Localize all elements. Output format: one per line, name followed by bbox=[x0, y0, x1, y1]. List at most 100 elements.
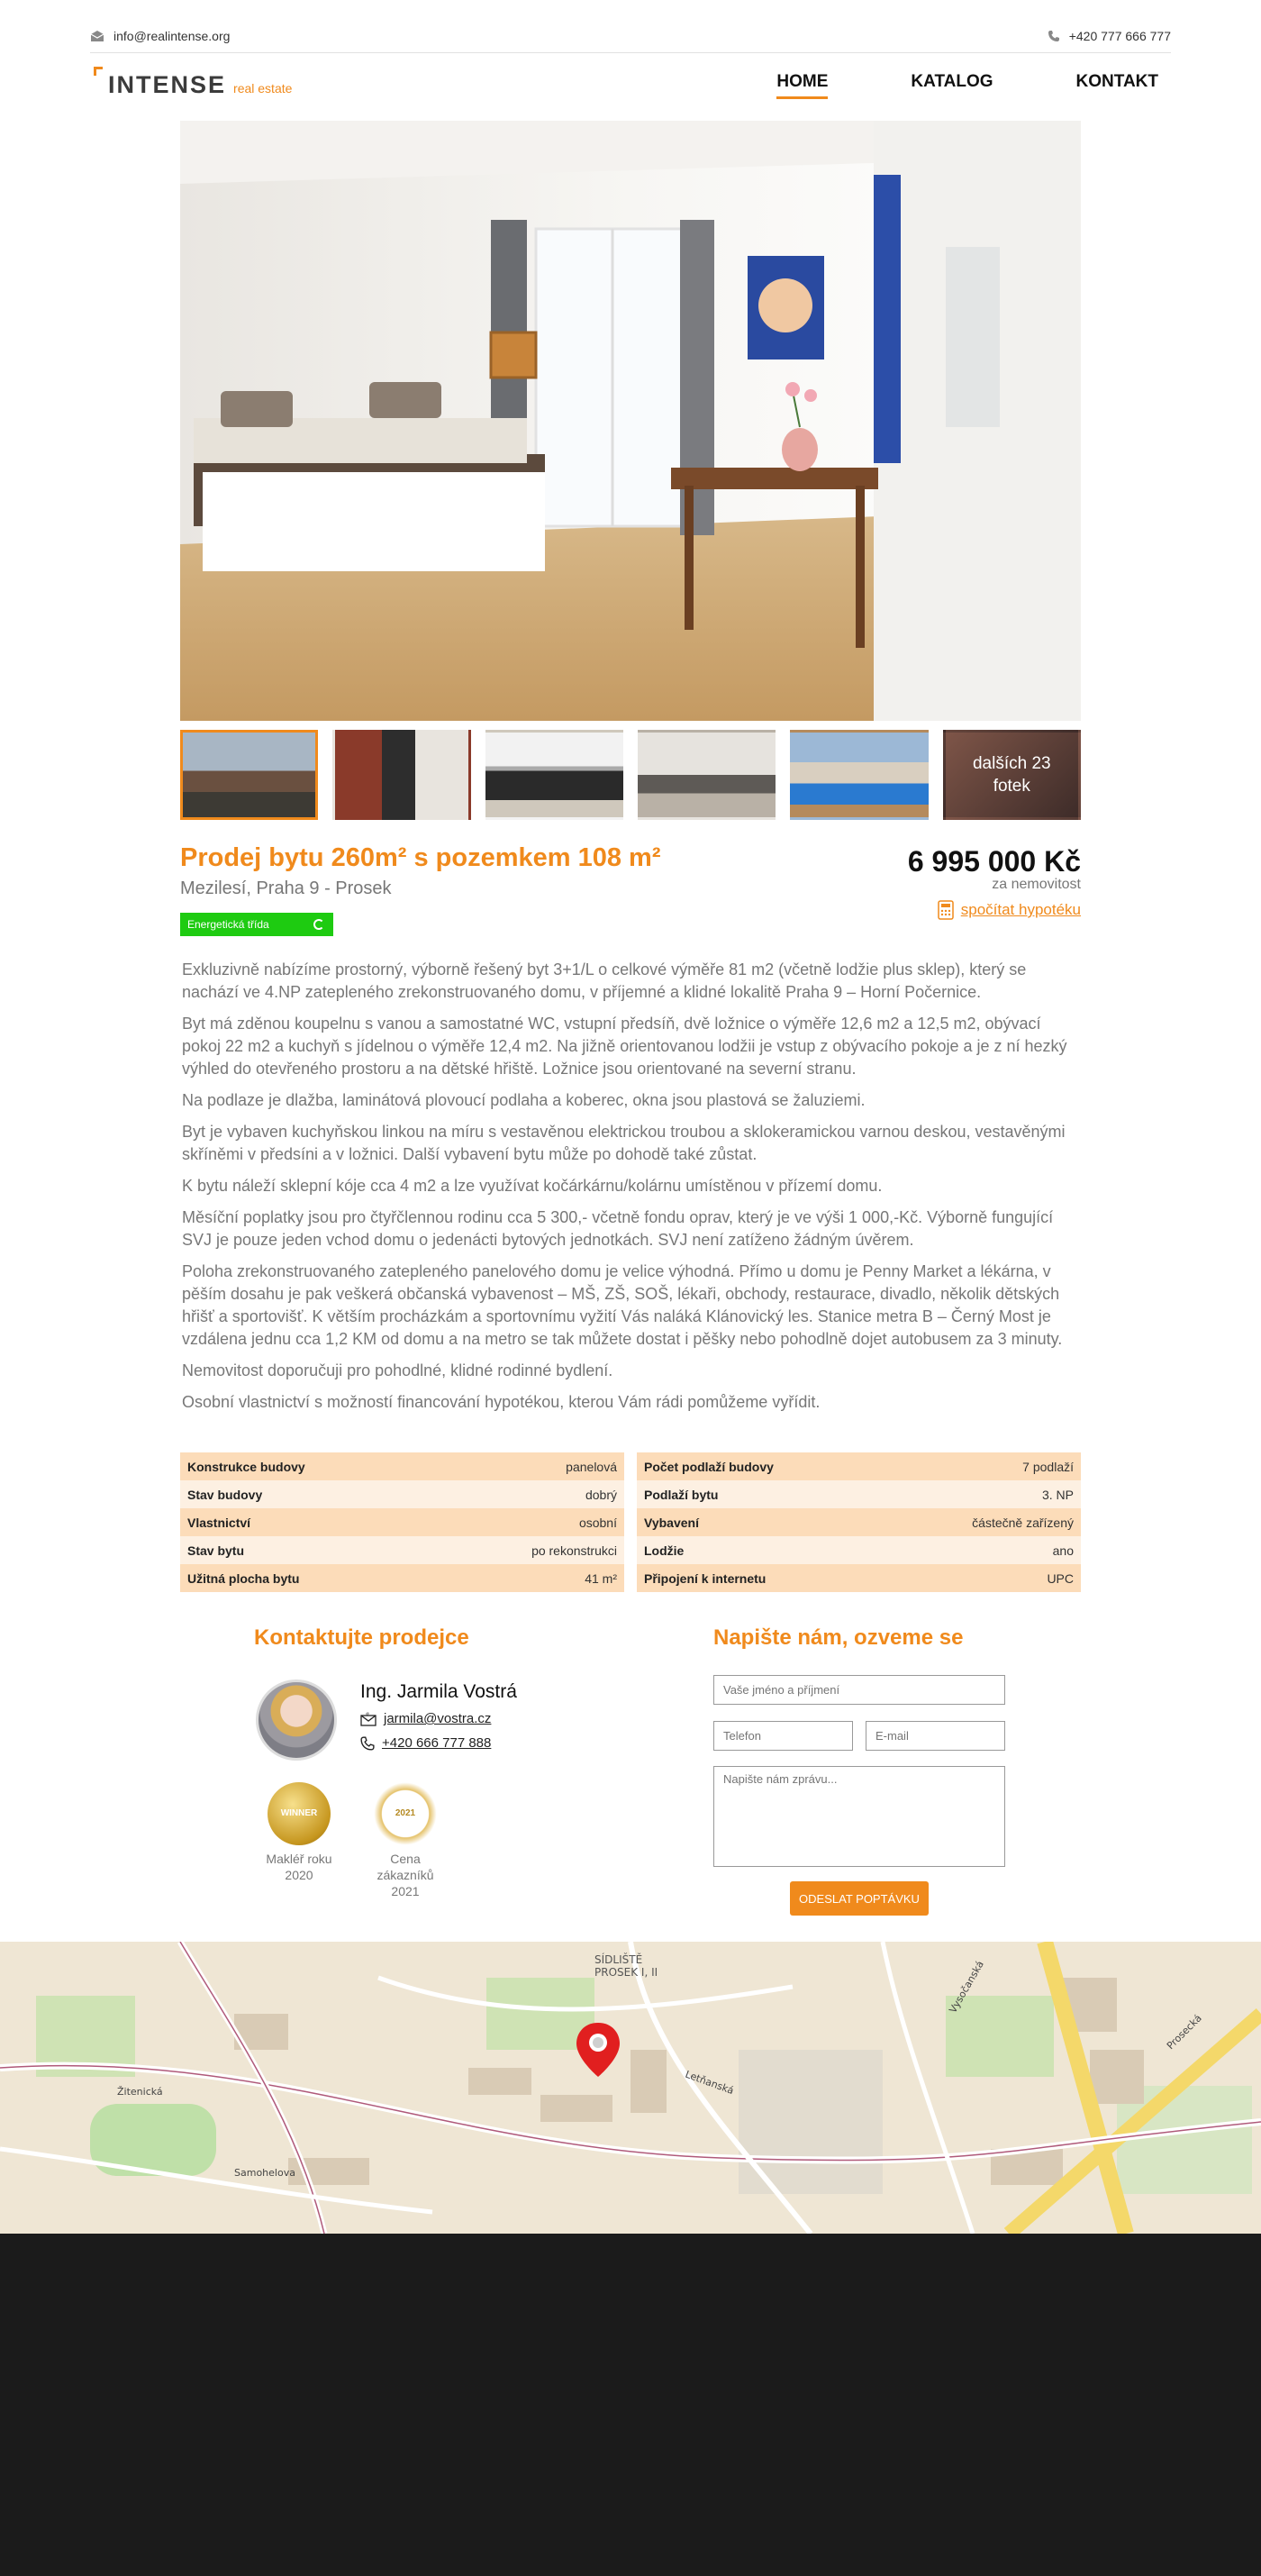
thumbnail[interactable] bbox=[332, 730, 471, 820]
map-label-sidliste: SÍDLIŠTĚ bbox=[594, 1952, 642, 1966]
map-street-label: Samohelova bbox=[234, 2167, 295, 2179]
agent-email[interactable]: jarmila@vostra.cz bbox=[384, 1711, 491, 1726]
param-row: Vlastnictví osobní bbox=[180, 1508, 624, 1536]
phone-input[interactable] bbox=[713, 1721, 853, 1751]
logo[interactable]: INTENSE real estate bbox=[94, 67, 292, 97]
award-caption-line1: Makléř roku bbox=[266, 1852, 332, 1866]
description-paragraph: Exkluzivně nabízíme prostorný, výborně ř… bbox=[182, 960, 1027, 1001]
laurel-badge-icon: 2021 bbox=[374, 1782, 437, 1845]
award-customer-prize: 2021 Cena zákazníků 2021 bbox=[360, 1782, 450, 1899]
param-value: 3. NP bbox=[1041, 1487, 1074, 1502]
description-paragraph: Měsíční poplatky jsou pro čtyřčlennou ro… bbox=[182, 1208, 1054, 1249]
contact-heading: Kontaktujte prodejce bbox=[254, 1625, 469, 1650]
description-paragraph: Poloha zrekonstruovaného zatepleného pan… bbox=[182, 1262, 1063, 1348]
description-paragraph: Byt má zděnou koupelnu s vanou a samosta… bbox=[182, 1015, 1067, 1078]
param-row: Počet podlaží budovy 7 podlaží bbox=[637, 1452, 1081, 1480]
mortgage-calculator-link[interactable]: spočítat hypotéku bbox=[937, 900, 1081, 920]
param-key: Podlaží bytu bbox=[644, 1487, 719, 1502]
topbar-email[interactable]: info@realintense.org bbox=[90, 29, 230, 43]
param-row: Připojení k internetu UPC bbox=[637, 1564, 1081, 1592]
topbar-email-text[interactable]: info@realintense.org bbox=[113, 29, 230, 43]
hero-photo[interactable] bbox=[180, 121, 1081, 721]
param-key: Stav bytu bbox=[187, 1543, 245, 1558]
name-input[interactable] bbox=[713, 1675, 1005, 1705]
param-key: Stav budovy bbox=[187, 1487, 263, 1502]
param-row: Podlaží bytu 3. NP bbox=[637, 1480, 1081, 1508]
award-caption-line2: 2020 bbox=[285, 1868, 313, 1882]
page-footer bbox=[0, 2234, 1261, 2576]
energy-class-badge[interactable]: Energetická třída bbox=[180, 913, 333, 936]
svg-text:@: @ bbox=[366, 1712, 369, 1716]
description-paragraph: Na podlaze je dlažba, laminátová plovouc… bbox=[182, 1091, 866, 1109]
gallery-thumbnails: dalších 23 fotek bbox=[180, 730, 1081, 820]
property-parameters: Konstrukce budovy panelová Stav budovy dob… bbox=[180, 1452, 1081, 1592]
award-caption-line1: Cena zákazníků bbox=[376, 1852, 434, 1882]
param-value: po rekonstrukci bbox=[531, 1543, 617, 1558]
thumbnail[interactable] bbox=[790, 730, 929, 820]
loading-ring-icon bbox=[313, 919, 324, 930]
bedroom-photo bbox=[180, 121, 1081, 721]
params-column-right: Počet podlaží budovy 7 podlaží Podlaží by… bbox=[637, 1452, 1081, 1592]
nav-katalog[interactable]: KATALOG bbox=[911, 72, 993, 99]
topbar-phone[interactable]: +420 777 666 777 bbox=[1048, 29, 1171, 43]
param-key: Lodžie bbox=[644, 1543, 685, 1558]
param-key: Konstrukce budovy bbox=[187, 1459, 305, 1474]
more-photos-button[interactable]: dalších 23 fotek bbox=[942, 730, 1081, 820]
thumbnail[interactable] bbox=[637, 730, 776, 820]
description-paragraph: Byt je vybaven kuchyňskou linkou na míru… bbox=[182, 1123, 1066, 1163]
logo-tagline: real estate bbox=[233, 81, 293, 96]
email-input[interactable] bbox=[866, 1721, 1005, 1751]
listing-title: Prodej bytu 260m² s pozemkem 108 m² bbox=[180, 843, 661, 872]
description-paragraph: K bytu náleží sklepní kóje cca 4 m2 a lz… bbox=[182, 1177, 883, 1195]
param-row: Lodžie ano bbox=[637, 1536, 1081, 1564]
logo-mark bbox=[94, 67, 103, 76]
energy-class-label: Energetická třída bbox=[187, 918, 269, 931]
param-value: osobní bbox=[578, 1515, 617, 1530]
description-paragraph: Osobní vlastnictví s možností financován… bbox=[182, 1393, 821, 1411]
map-canvas: SÍDLIŠTĚ PROSEK I, II Letňanská Vysočans… bbox=[0, 1942, 1261, 2234]
agent-email-link[interactable]: @ jarmila@vostra.cz bbox=[360, 1711, 491, 1726]
message-textarea[interactable] bbox=[713, 1766, 1005, 1867]
param-row: Vybavení částečně zařízený bbox=[637, 1508, 1081, 1536]
envelope-icon: @ bbox=[360, 1712, 376, 1726]
thumbnail[interactable] bbox=[180, 730, 319, 820]
submit-inquiry-button[interactable]: ODESLAT POPTÁVKU bbox=[790, 1881, 929, 1916]
top-bar: info@realintense.org +420 777 666 777 bbox=[90, 20, 1171, 52]
agent-phone-link[interactable]: +420 666 777 888 bbox=[360, 1735, 491, 1751]
param-row: Konstrukce budovy panelová bbox=[180, 1452, 624, 1480]
topbar-phone-text[interactable]: +420 777 666 777 bbox=[1069, 29, 1171, 43]
param-key: Užitná plocha bytu bbox=[187, 1570, 300, 1586]
main-nav: HOME KATALOG KONTAKT bbox=[776, 72, 1158, 99]
listing-description: Exkluzivně nabízíme prostorný, výborně ř… bbox=[182, 959, 1079, 1423]
phone-icon bbox=[1048, 31, 1059, 41]
mortgage-link-text[interactable]: spočítat hypotéku bbox=[961, 901, 1081, 919]
param-row: Stav budovy dobrý bbox=[180, 1480, 624, 1508]
listing-price: 6 995 000 Kč bbox=[907, 845, 1081, 878]
description-paragraph: Nemovitost doporučuji pro pohodlné, klid… bbox=[182, 1361, 613, 1379]
more-photos-line2: fotek bbox=[993, 777, 1030, 796]
param-key: Vybavení bbox=[644, 1515, 699, 1530]
agent-avatar bbox=[256, 1679, 337, 1761]
phone-icon bbox=[360, 1735, 375, 1751]
param-value: dobrý bbox=[585, 1487, 617, 1502]
param-row: Stav bytu po rekonstrukci bbox=[180, 1536, 624, 1564]
thumbnail[interactable] bbox=[485, 730, 623, 820]
more-photos-line1: dalších 23 bbox=[972, 754, 1051, 773]
map-street-label: Žitenická bbox=[117, 2086, 163, 2098]
param-value: panelová bbox=[566, 1459, 617, 1474]
logo-word: INTENSE bbox=[108, 71, 227, 98]
topbar-divider bbox=[90, 52, 1171, 53]
param-value: částečně zařízený bbox=[972, 1515, 1074, 1530]
param-key: Vlastnictví bbox=[187, 1515, 251, 1530]
agent-phone[interactable]: +420 666 777 888 bbox=[382, 1735, 491, 1751]
award-medal-icon: WINNER bbox=[268, 1782, 331, 1845]
nav-kontakt[interactable]: KONTAKT bbox=[1076, 72, 1158, 99]
award-caption-line2: 2021 bbox=[391, 1884, 420, 1898]
price-note: za nemovitost bbox=[992, 877, 1081, 892]
map-label-prosek: PROSEK I, II bbox=[594, 1966, 658, 1979]
location-map[interactable]: SÍDLIŠTĚ PROSEK I, II Letňanská Vysočans… bbox=[0, 1942, 1261, 2234]
listing-location: Mezilesí, Praha 9 - Prosek bbox=[180, 878, 392, 898]
param-key: Připojení k internetu bbox=[644, 1570, 767, 1586]
param-value: 41 m² bbox=[585, 1570, 617, 1586]
nav-home[interactable]: HOME bbox=[776, 72, 829, 99]
